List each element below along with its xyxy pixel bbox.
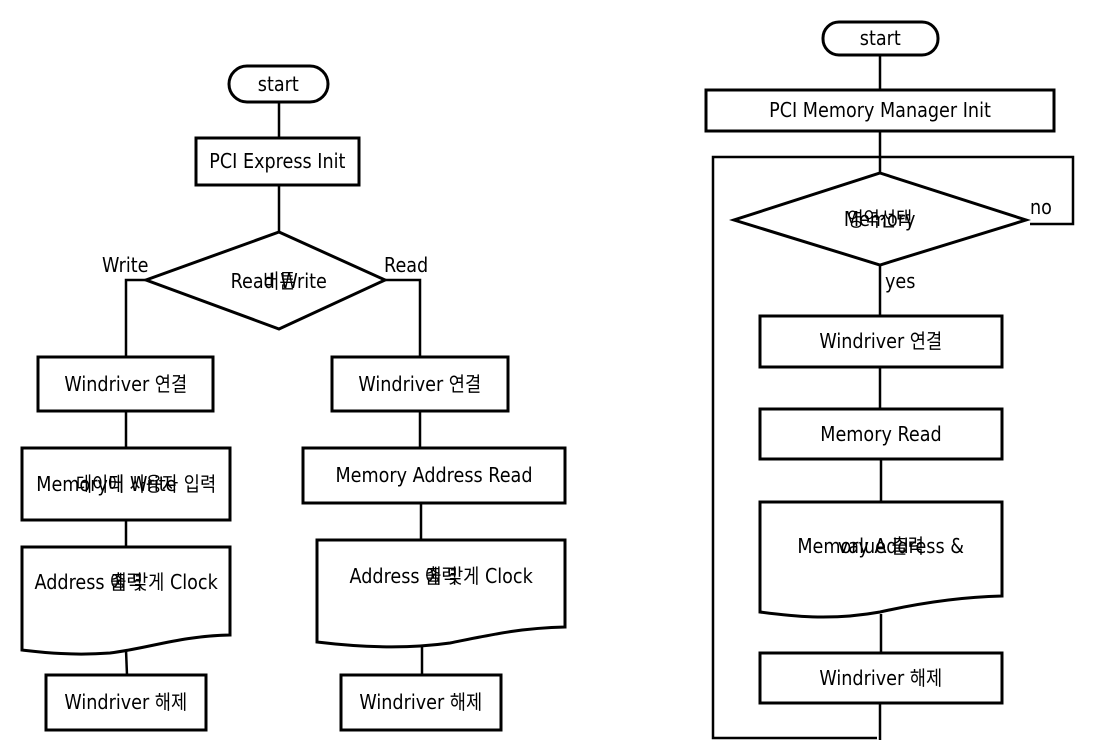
write-clock-wrap: Address 에 맞게 Clock 출력 bbox=[22, 555, 230, 610]
right-init-wrap: PCI Memory Manager Init bbox=[706, 90, 1054, 131]
right-connect-wrap: Windriver 연결 bbox=[760, 316, 1002, 367]
right-decision-label-line2: 영역선택 bbox=[847, 206, 913, 231]
right-release-label: Windriver 해제 bbox=[819, 665, 943, 690]
yes-branch-label: yes bbox=[885, 269, 916, 293]
write-release-wrap: Windriver 해제 bbox=[46, 675, 206, 730]
write-clock-label-line2: 출력 bbox=[109, 570, 143, 594]
connector-write-branch bbox=[124, 278, 146, 357]
write-release-label: Windriver 해제 bbox=[64, 690, 188, 714]
write-data-wrap: Memory에 사용자 입력 데이터 Write bbox=[22, 448, 230, 520]
connector-read-branch bbox=[385, 278, 422, 357]
write-connect-label: Windriver 연결 bbox=[64, 371, 187, 396]
right-connect-label: Windriver 연결 bbox=[819, 329, 943, 353]
right-start-wrap: start bbox=[823, 22, 938, 55]
write-data-label-line2: 데이터 Write bbox=[75, 471, 177, 496]
decision-label-line2: 버튼 bbox=[262, 268, 296, 293]
read-release-label: Windriver 해제 bbox=[359, 690, 483, 714]
no-branch-label: no bbox=[1030, 195, 1052, 219]
right-release-wrap: Windriver 해제 bbox=[760, 653, 1002, 703]
address-read-label: Memory Address Read bbox=[335, 463, 533, 487]
read-connect-label: Windriver 연결 bbox=[358, 371, 482, 396]
address-read-wrap: Memory Address Read bbox=[303, 448, 565, 503]
read-clock-wrap: Address 에 맞게 Clock 출력 bbox=[317, 546, 565, 606]
read-release-wrap: Windriver 해제 bbox=[341, 675, 501, 730]
start-label-wrap: start bbox=[229, 66, 328, 102]
init-label: PCI Express Init bbox=[209, 149, 346, 173]
output-wrap: Memory Address & value 출력 bbox=[760, 516, 1002, 576]
right-decision-wrap: Memory 영역선택 bbox=[790, 191, 970, 247]
connector bbox=[124, 649, 129, 676]
output-label-line2: value 출력 bbox=[837, 533, 925, 558]
read-clock-label-line2: 출력 bbox=[424, 563, 458, 588]
start-label: start bbox=[257, 71, 300, 96]
write-branch-label: Write bbox=[102, 253, 149, 277]
read-connect-wrap: Windriver 연결 bbox=[332, 357, 508, 411]
decision-label-wrap: Read Write 버튼 bbox=[180, 251, 378, 311]
right-init-label: PCI Memory Manager Init bbox=[769, 98, 991, 122]
init-label-wrap: PCI Express Init bbox=[196, 138, 359, 185]
write-connect-wrap: Windriver 연결 bbox=[38, 357, 213, 411]
memory-read-wrap: Memory Read bbox=[760, 409, 1002, 459]
right-start-label: start bbox=[859, 26, 902, 50]
memory-read-label: Memory Read bbox=[820, 421, 942, 446]
read-branch-label: Read bbox=[384, 253, 429, 277]
